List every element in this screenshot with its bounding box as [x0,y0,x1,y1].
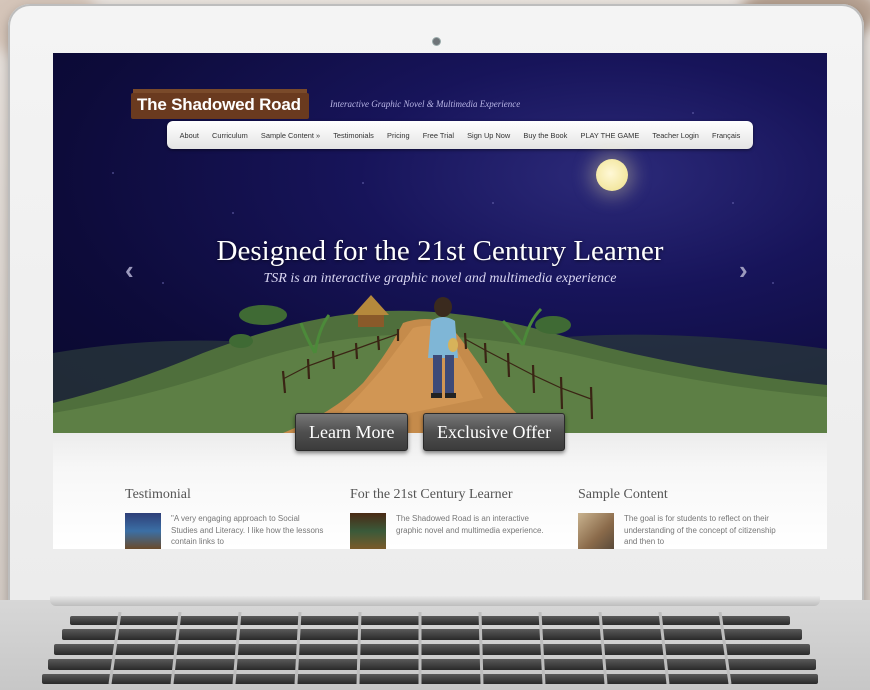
hero-subtitle: TSR is an interactive graphic novel and … [263,271,617,286]
site-tagline: Interactive Graphic Novel & Multimedia E… [330,99,521,109]
nav-item-play-game[interactable]: PLAY THE GAME [581,131,640,140]
nav-item-francais[interactable]: Français [712,131,740,140]
main-navigation: About Curriculum Sample Content » Testim… [167,121,753,149]
learn-more-button[interactable]: Learn More [295,413,409,451]
nav-item-about[interactable]: About [180,131,199,140]
column-heading: For the 21st Century Learner [350,487,513,502]
testimonial-thumbnail[interactable] [125,513,161,549]
carousel-next-icon[interactable]: › [739,255,748,286]
learner-thumbnail[interactable] [350,513,386,549]
carousel-prev-icon[interactable]: ‹ [125,255,134,286]
sample-content-column: Sample Content The goal is for students … [578,487,778,549]
website-screen: The Shadowed Road Interactive Graphic No… [53,53,827,549]
webcam-icon [433,38,440,45]
sample-content-thumbnail[interactable] [578,513,614,549]
hero-banner: The Shadowed Road Interactive Graphic No… [53,53,827,433]
site-logo[interactable]: The Shadowed Road [131,93,309,119]
nav-item-sample-content[interactable]: Sample Content » [261,131,320,140]
keyboard [42,612,818,684]
nav-item-free-trial[interactable]: Free Trial [423,131,454,140]
nav-item-teacher-login[interactable]: Teacher Login [652,131,698,140]
nav-item-buy-book[interactable]: Buy the Book [523,131,567,140]
laptop-hinge [50,596,820,606]
column-heading: Testimonial [125,487,191,502]
moon-illustration [596,159,628,191]
nav-item-testimonials[interactable]: Testimonials [333,131,374,140]
learner-column: For the 21st Century Learner The Shadowe… [350,487,550,549]
nav-item-curriculum[interactable]: Curriculum [212,131,248,140]
testimonial-column: Testimonial "A very engaging approach to… [125,487,325,549]
column-heading: Sample Content [578,487,668,502]
nav-item-sign-up[interactable]: Sign Up Now [467,131,510,140]
hero-title: Designed for the 21st Century Learner [216,235,664,267]
nav-item-pricing[interactable]: Pricing [387,131,410,140]
exclusive-offer-button[interactable]: Exclusive Offer [423,413,566,451]
